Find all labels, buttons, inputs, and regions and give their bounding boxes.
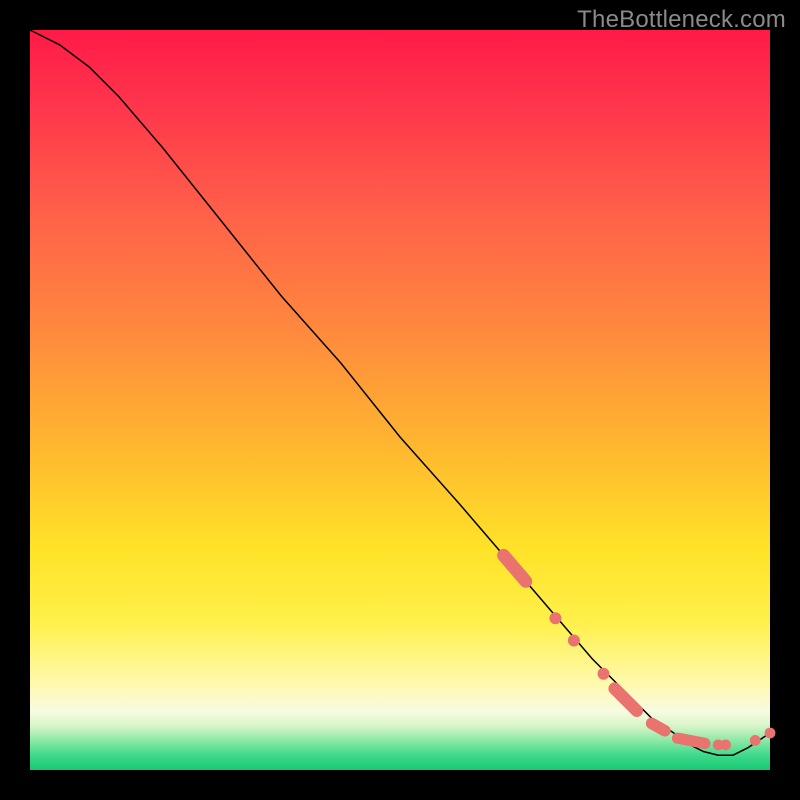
marker-dot: [568, 635, 580, 647]
curve-markers: [504, 555, 776, 750]
marker-dot: [720, 739, 731, 750]
plot-area: [30, 30, 770, 770]
marker-dot: [549, 612, 561, 624]
marker-capsule: [504, 555, 526, 581]
marker-capsule: [652, 723, 665, 730]
marker-dot: [598, 668, 610, 680]
marker-capsule: [615, 689, 637, 711]
marker-dot: [750, 735, 761, 746]
marker-dot: [765, 728, 776, 739]
marker-capsule: [678, 738, 705, 743]
curve-svg: [30, 30, 770, 770]
chart-root: TheBottleneck.com: [0, 0, 800, 800]
bottleneck-curve: [30, 30, 770, 755]
